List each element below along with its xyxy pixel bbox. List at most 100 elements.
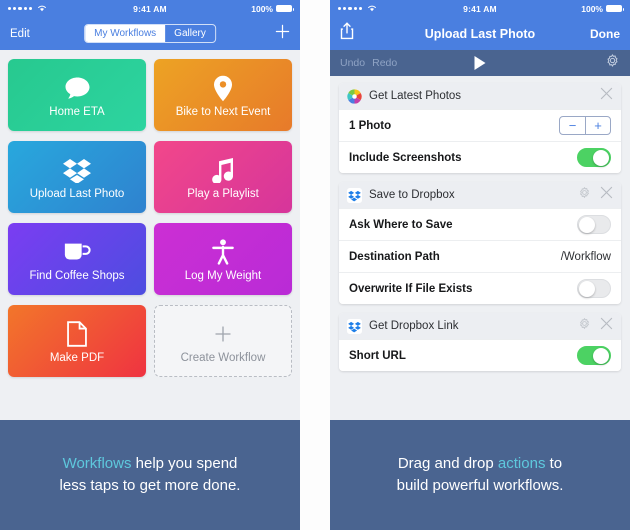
workflow-tile-bike-to-next-event[interactable]: Bike to Next Event: [154, 59, 292, 131]
redo-button[interactable]: Redo: [372, 57, 397, 69]
tile-label: Play a Playlist: [187, 188, 259, 200]
toggle-knob: [579, 281, 595, 297]
caption-line-1: Drag and drop actions to: [398, 453, 562, 475]
caption-post: to: [545, 455, 563, 473]
tile-label: Create Workflow: [180, 352, 266, 364]
toggle-knob: [593, 348, 609, 364]
undo-button[interactable]: Undo: [340, 57, 365, 69]
card-header: Get Dropbox Link: [339, 313, 621, 339]
row-label: Short URL: [349, 349, 406, 362]
workflow-tile-log-my-weight[interactable]: Log My Weight: [154, 223, 292, 295]
row-label: Overwrite If File Exists: [349, 282, 473, 295]
tile-label: Home ETA: [49, 106, 105, 118]
workflows-gallery-segmented-control[interactable]: My Workflows Gallery: [84, 24, 216, 43]
workflow-tile-find-coffee-shops[interactable]: Find Coffee Shops: [8, 223, 146, 295]
action-card-list: Get Latest Photos 1 Photo − + Include Sc…: [330, 76, 630, 371]
done-button[interactable]: Done: [590, 27, 620, 41]
card-row-ask-where-to-save[interactable]: Ask Where to Save: [339, 208, 621, 240]
gear-icon[interactable]: [605, 53, 620, 73]
workflow-tile-play-a-playlist[interactable]: Play a Playlist: [154, 141, 292, 213]
caption-line-1: Workflows help you spend: [63, 453, 238, 475]
gear-icon[interactable]: [578, 186, 591, 204]
ask-where-to-save-toggle[interactable]: [577, 215, 611, 234]
play-icon[interactable]: [474, 56, 486, 70]
card-header-actions: [578, 186, 613, 204]
row-control: [577, 279, 611, 298]
editor-toolbar: Undo Redo: [330, 50, 630, 76]
plus-icon: [214, 318, 232, 350]
tile-label: Make PDF: [49, 352, 105, 364]
status-bar-right: 100%: [581, 4, 624, 14]
caption-rest: help you spend: [131, 455, 238, 473]
caption-line-2: less taps to get more done.: [59, 477, 241, 494]
dropbox-icon: [347, 187, 362, 203]
close-icon[interactable]: [600, 186, 613, 204]
include-screenshots-toggle[interactable]: [577, 148, 611, 167]
tab-my-workflows[interactable]: My Workflows: [85, 25, 166, 42]
gear-icon[interactable]: [578, 317, 591, 335]
row-control: [577, 215, 611, 234]
battery-percent-label: 100%: [251, 3, 273, 14]
left-status-bar: 9:41 AM 100%: [0, 0, 300, 17]
caption-pre: Drag and drop: [397, 455, 498, 473]
row-control: [577, 148, 611, 167]
dropbox-icon: [347, 318, 362, 334]
toggle-knob: [593, 150, 609, 166]
card-header: Save to Dropbox: [339, 182, 621, 208]
caption-line-2: build powerful workflows.: [396, 477, 564, 494]
toggle-knob: [579, 217, 595, 233]
row-control: − +: [559, 116, 611, 135]
right-nav-bar: Upload Last Photo Done: [330, 17, 630, 50]
close-icon[interactable]: [600, 317, 613, 335]
card-row-include-screenshots[interactable]: Include Screenshots: [339, 141, 621, 173]
short-url-toggle[interactable]: [577, 346, 611, 365]
caption-highlight: actions: [497, 455, 546, 473]
document-icon: [67, 318, 87, 350]
close-icon[interactable]: [600, 87, 613, 105]
card-title: Get Dropbox Link: [369, 320, 459, 332]
card-header-actions: [578, 317, 613, 335]
left-caption-banner: Workflows help you spend less taps to ge…: [0, 420, 300, 530]
destination-path-value[interactable]: /Workflow: [561, 251, 611, 263]
card-row-photo-count[interactable]: 1 Photo − +: [339, 109, 621, 141]
card-title: Get Latest Photos: [369, 90, 462, 102]
dropbox-icon: [63, 154, 91, 186]
card-header-actions: [600, 87, 613, 105]
card-row-overwrite-if-file-exists[interactable]: Overwrite If File Exists: [339, 272, 621, 304]
workflow-tile-make-pdf[interactable]: Make PDF: [8, 305, 146, 377]
page-title: Upload Last Photo: [424, 26, 536, 41]
action-card-get-latest-photos[interactable]: Get Latest Photos 1 Photo − + Include Sc…: [339, 83, 621, 173]
right-status-bar: 9:41 AM 100%: [330, 0, 630, 17]
row-label: 1 Photo: [349, 119, 392, 132]
share-icon[interactable]: [340, 22, 354, 45]
edit-button[interactable]: Edit: [10, 28, 30, 40]
card-row-short-url[interactable]: Short URL: [339, 339, 621, 371]
workflow-tile-home-eta[interactable]: Home ETA: [8, 59, 146, 131]
stepper-increment-button[interactable]: +: [585, 117, 610, 134]
tile-label: Upload Last Photo: [29, 188, 125, 200]
tab-gallery[interactable]: Gallery: [165, 25, 215, 42]
coffee-cup-icon: [63, 236, 91, 268]
left-phone-screen: 9:41 AM 100% Edit My Workflows Gallery H…: [0, 0, 300, 530]
tile-label: Log My Weight: [184, 270, 262, 282]
action-card-save-to-dropbox[interactable]: Save to Dropbox Ask Where to Save Destin…: [339, 182, 621, 304]
row-control: [577, 346, 611, 365]
workflow-tile-grid: Home ETA Bike to Next Event Upload Last …: [0, 50, 300, 377]
battery-icon: [606, 4, 624, 13]
row-label: Destination Path: [349, 250, 440, 263]
overwrite-if-file-exists-toggle[interactable]: [577, 279, 611, 298]
right-caption-banner: Drag and drop actions to build powerful …: [330, 420, 630, 530]
create-workflow-tile[interactable]: Create Workflow: [154, 305, 292, 377]
workflow-tile-upload-last-photo[interactable]: Upload Last Photo: [8, 141, 146, 213]
map-pin-icon: [213, 72, 233, 104]
right-phone-screen: 9:41 AM 100% Upload Last Photo Done Undo…: [330, 0, 630, 530]
photos-icon: [347, 88, 362, 104]
add-workflow-button[interactable]: [275, 24, 290, 43]
person-icon: [212, 236, 234, 268]
action-card-get-dropbox-link[interactable]: Get Dropbox Link Short URL: [339, 313, 621, 371]
quantity-stepper[interactable]: − +: [559, 116, 611, 135]
stepper-decrement-button[interactable]: −: [560, 117, 585, 134]
card-row-destination-path[interactable]: Destination Path /Workflow: [339, 240, 621, 272]
speech-bubble-icon: [64, 72, 91, 104]
row-control: /Workflow: [561, 251, 611, 263]
